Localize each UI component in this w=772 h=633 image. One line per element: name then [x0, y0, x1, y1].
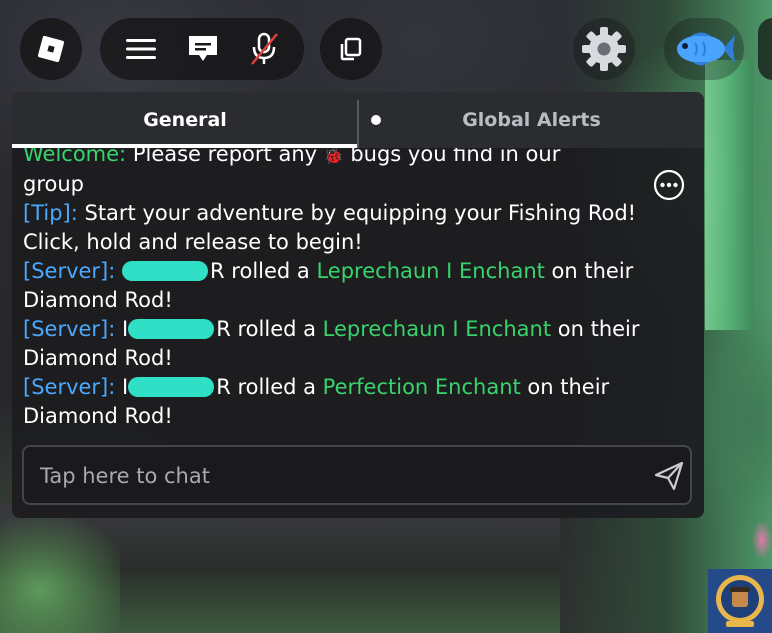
fish-icon: [671, 27, 737, 71]
message-text: rolled a: [237, 317, 323, 341]
chat-message-server: [Server]: IR rolled a Leprechaun I Encha…: [23, 315, 653, 373]
badge-emblem-icon: [716, 575, 764, 627]
hamburger-menu-icon[interactable]: [124, 36, 158, 62]
message-text: Diamond Rod!: [23, 346, 173, 370]
tab-global-alerts-label: Global Alerts: [462, 109, 601, 131]
chat-tabs: General Global Alerts: [12, 92, 704, 148]
chat-bubble-icon[interactable]: [186, 33, 220, 65]
message-text: Diamond Rod!: [23, 404, 173, 428]
username-fragment: R: [210, 259, 225, 283]
gear-icon: [580, 25, 628, 73]
server-tag: [Server]:: [23, 317, 116, 341]
roblox-menu-button[interactable]: [20, 18, 82, 80]
chat-message-server: [Server]: IR rolled a Perfection Enchant…: [23, 373, 653, 431]
send-icon: [653, 460, 685, 492]
message-text: Diamond Rod!: [23, 288, 173, 312]
watermark-badge: [708, 569, 772, 633]
redacted-username: [128, 377, 215, 397]
fish-button[interactable]: [664, 18, 744, 80]
chat-message-welcome: Welcome: Please report any 🐞 bugs you fi…: [23, 148, 653, 199]
tab-general[interactable]: General: [12, 92, 358, 148]
message-text: on their: [551, 317, 640, 341]
tip-tag: [Tip]:: [23, 201, 78, 225]
copy-button[interactable]: [320, 18, 382, 80]
message-text: bugs you find in our: [343, 148, 561, 166]
background-pillar: [705, 60, 753, 330]
more-options-icon: [653, 169, 685, 201]
message-text: Please report any: [126, 148, 324, 166]
username-fragment: R: [216, 375, 231, 399]
settings-button[interactable]: [573, 18, 635, 80]
tab-global-alerts[interactable]: Global Alerts: [359, 92, 704, 148]
bug-icon: 🐞: [323, 148, 344, 165]
chat-messages[interactable]: Welcome: Please report any 🐞 bugs you fi…: [12, 148, 704, 444]
enchant-name: Perfection Enchant: [322, 375, 521, 399]
message-text: rolled a: [237, 375, 323, 399]
message-text: group: [23, 172, 84, 196]
chat-input[interactable]: [38, 457, 622, 495]
message-text: rolled a: [231, 259, 317, 283]
chat-message-tip: [Tip]: Start your adventure by equipping…: [23, 199, 653, 257]
server-tag: [Server]:: [23, 375, 116, 399]
toolbar-group: [100, 18, 304, 80]
tab-general-label: General: [143, 109, 227, 131]
server-tag: [Server]:: [23, 259, 116, 283]
background-grass: [0, 510, 120, 633]
game-viewport: General Global Alerts Welcome: Please re…: [0, 0, 772, 633]
message-text: Start your adventure by equipping your F…: [23, 201, 637, 254]
username-fragment: R: [216, 317, 231, 341]
message-text: on their: [544, 259, 634, 283]
message-text: on their: [520, 375, 610, 399]
redacted-username: [128, 319, 215, 339]
chat-input-box: [22, 445, 692, 505]
copy-icon: [338, 36, 364, 62]
chat-window: General Global Alerts Welcome: Please re…: [12, 92, 704, 518]
background-character: [752, 520, 772, 560]
redacted-username: [122, 261, 209, 281]
enchant-name: Leprechaun I Enchant: [322, 317, 552, 341]
enchant-name: Leprechaun I Enchant: [316, 259, 545, 283]
send-button[interactable]: [652, 459, 686, 493]
more-options-button[interactable]: [653, 169, 685, 201]
roblox-logo-icon: [36, 34, 66, 64]
microphone-muted-icon[interactable]: [248, 31, 280, 67]
welcome-tag: Welcome:: [23, 148, 127, 166]
edge-button[interactable]: [758, 18, 772, 80]
chat-message-server: [Server]: R rolled a Leprechaun I Enchan…: [23, 257, 653, 315]
